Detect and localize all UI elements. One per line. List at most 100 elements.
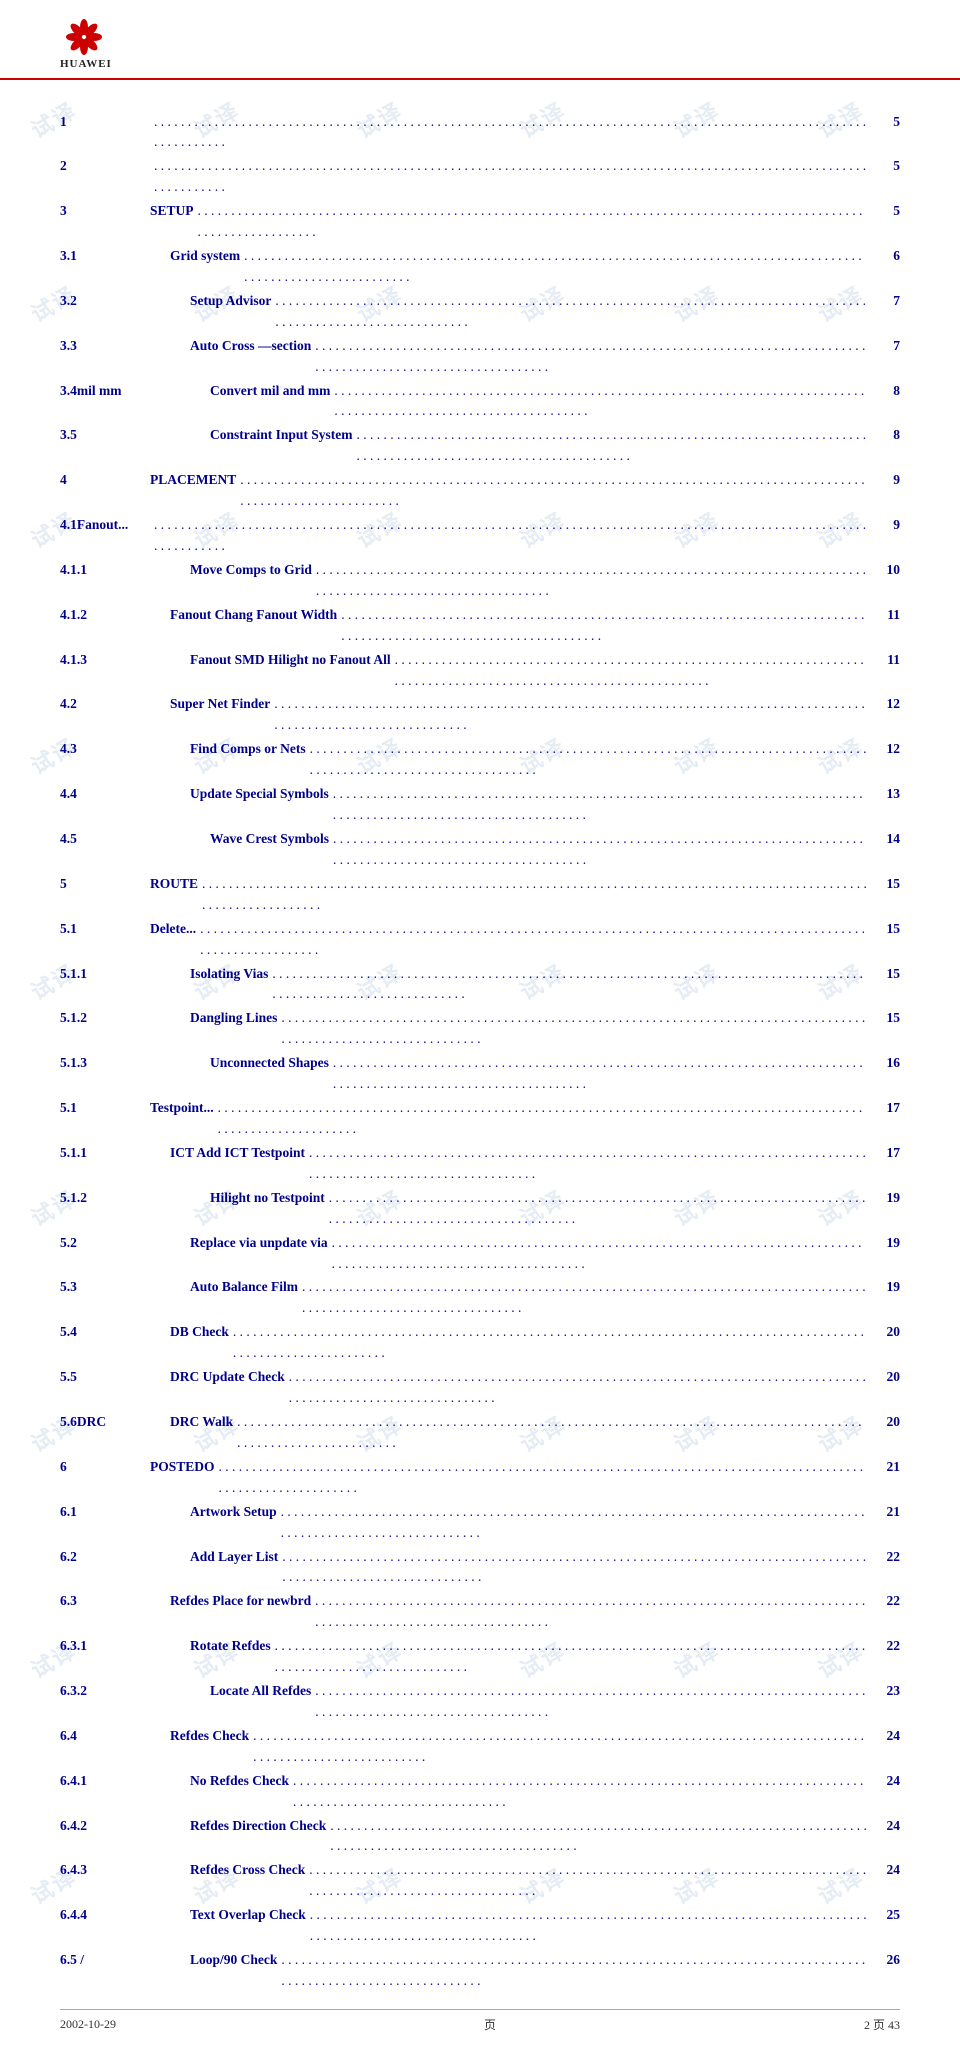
toc-num: 3: [60, 201, 150, 222]
toc-num: 5.1: [60, 919, 150, 940]
toc-page: 22: [872, 1591, 900, 1612]
toc-row: 6.4.1No Refdes Check . . . . . . . . . .…: [60, 1769, 900, 1814]
toc-row: 4.2Super Net Finder . . . . . . . . . . …: [60, 693, 900, 738]
toc-title: Testpoint...: [150, 1098, 214, 1119]
toc-page: 24: [872, 1726, 900, 1747]
toc-num: 5.1.3: [60, 1053, 210, 1074]
toc-title: Isolating Vias: [190, 964, 268, 985]
toc-title: Unconnected Shapes: [210, 1053, 329, 1074]
toc-row: 5.5DRC Update Check . . . . . . . . . . …: [60, 1366, 900, 1411]
toc-dots: . . . . . . . . . . . . . . . . . . . . …: [311, 1681, 872, 1723]
toc-title: Setup Advisor: [190, 291, 271, 312]
toc-page: 15: [872, 964, 900, 985]
logo-area: HUAWEI: [60, 18, 900, 70]
toc-num: 6.5 /: [60, 1950, 190, 1971]
toc-page: 12: [872, 739, 900, 760]
toc-dots: . . . . . . . . . . . . . . . . . . . . …: [277, 1950, 872, 1992]
toc-dots: . . . . . . . . . . . . . . . . . . . . …: [150, 156, 872, 198]
toc-num: 3.5: [60, 425, 210, 446]
header: HUAWEI: [0, 0, 960, 80]
toc-page: 14: [872, 829, 900, 850]
toc-row: 5.1.1Isolating Vias . . . . . . . . . . …: [60, 962, 900, 1007]
toc-dots: . . . . . . . . . . . . . . . . . . . . …: [277, 1008, 872, 1050]
toc-title: Refdes Cross Check: [190, 1860, 305, 1881]
toc-dots: . . . . . . . . . . . . . . . . . . . . …: [271, 291, 872, 333]
toc-num: 6.3: [60, 1591, 170, 1612]
toc-title: ICT Add ICT Testpoint: [170, 1143, 305, 1164]
toc-row: 3.5Constraint Input System . . . . . . .…: [60, 424, 900, 469]
toc-title: Refdes Direction Check: [190, 1816, 326, 1837]
toc-num: 4.1.3: [60, 650, 190, 671]
toc-page: 24: [872, 1816, 900, 1837]
toc-row: 6.1Artwork Setup . . . . . . . . . . . .…: [60, 1500, 900, 1545]
footer-right: 2 页 43: [864, 2016, 900, 2033]
toc-num: 5.6DRC: [60, 1412, 170, 1433]
toc-title: Fanout Chang Fanout Width: [170, 605, 337, 626]
toc-title: Rotate Refdes: [190, 1636, 271, 1657]
toc-dots: . . . . . . . . . . . . . . . . . . . . …: [268, 964, 872, 1006]
main-content: 1 . . . . . . . . . . . . . . . . . . . …: [0, 80, 960, 2053]
toc-page: 9: [872, 515, 900, 536]
toc-row: 2 . . . . . . . . . . . . . . . . . . . …: [60, 155, 900, 200]
toc-num: 6: [60, 1457, 150, 1478]
toc-title: Replace via unpdate via: [190, 1233, 328, 1254]
toc-num: 4.1Fanout...: [60, 515, 150, 536]
toc-num: 6.3.1: [60, 1636, 190, 1657]
toc-dots: . . . . . . . . . . . . . . . . . . . . …: [194, 201, 872, 243]
toc-title: Find Comps or Nets: [190, 739, 306, 760]
toc-dots: . . . . . . . . . . . . . . . . . . . . …: [305, 1143, 872, 1185]
toc-row: 4.1.3Fanout SMD Hilight no Fanout All . …: [60, 648, 900, 693]
toc-dots: . . . . . . . . . . . . . . . . . . . . …: [311, 1591, 872, 1633]
toc-title: Hilight no Testpoint: [210, 1188, 325, 1209]
toc-row: 6.4Refdes Check . . . . . . . . . . . . …: [60, 1724, 900, 1769]
toc-row: 6.2Add Layer List . . . . . . . . . . . …: [60, 1545, 900, 1590]
toc-row: 4.3Find Comps or Nets . . . . . . . . . …: [60, 738, 900, 783]
footer-date: 2002-10-29: [60, 2017, 116, 2032]
toc-title: Auto Cross —section: [190, 336, 311, 357]
toc-dots: . . . . . . . . . . . . . . . . . . . . …: [150, 515, 872, 557]
toc-num: 4.4: [60, 784, 190, 805]
toc-num: 5.4: [60, 1322, 170, 1343]
toc-title: DRC Walk: [170, 1412, 233, 1433]
toc-page: 20: [872, 1322, 900, 1343]
toc-dots: . . . . . . . . . . . . . . . . . . . . …: [285, 1367, 872, 1409]
toc-page: 20: [872, 1367, 900, 1388]
toc-title: Loop/90 Check: [190, 1950, 277, 1971]
toc-title: Text Overlap Check: [190, 1905, 306, 1926]
toc-num: 2: [60, 156, 150, 177]
toc-title: Add Layer List: [190, 1547, 278, 1568]
toc-title: PLACEMENT: [150, 470, 236, 491]
toc-page: 21: [872, 1502, 900, 1523]
toc-title: Update Special Symbols: [190, 784, 329, 805]
toc-page: 7: [872, 291, 900, 312]
toc-row: 5.1.2Dangling Lines . . . . . . . . . . …: [60, 1007, 900, 1052]
toc-title: Refdes Check: [170, 1726, 249, 1747]
toc-dots: . . . . . . . . . . . . . . . . . . . . …: [271, 1636, 872, 1678]
toc-container: 1 . . . . . . . . . . . . . . . . . . . …: [60, 110, 900, 1993]
toc-num: 5.1.2: [60, 1008, 190, 1029]
toc-page: 24: [872, 1860, 900, 1881]
toc-row: 6.4.4Text Overlap Check . . . . . . . . …: [60, 1904, 900, 1949]
footer: 2002-10-29 页 2 页 43: [60, 2009, 900, 2033]
toc-num: 6.4.2: [60, 1816, 190, 1837]
toc-num: 6.2: [60, 1547, 190, 1568]
toc-row: 5.4DB Check . . . . . . . . . . . . . . …: [60, 1321, 900, 1366]
toc-row: 6.3.1Rotate Refdes . . . . . . . . . . .…: [60, 1635, 900, 1680]
toc-num: 1: [60, 112, 150, 133]
toc-dots: . . . . . . . . . . . . . . . . . . . . …: [240, 246, 872, 288]
toc-page: 6: [872, 246, 900, 267]
toc-row: 4.1Fanout... . . . . . . . . . . . . . .…: [60, 514, 900, 559]
toc-num: 6.4.3: [60, 1860, 190, 1881]
toc-dots: . . . . . . . . . . . . . . . . . . . . …: [289, 1771, 872, 1813]
toc-row: 5.6DRCDRC Walk . . . . . . . . . . . . .…: [60, 1410, 900, 1455]
toc-num: 6.4.4: [60, 1905, 190, 1926]
toc-title: Convert mil and mm: [210, 381, 330, 402]
toc-dots: . . . . . . . . . . . . . . . . . . . . …: [329, 1053, 872, 1095]
toc-dots: . . . . . . . . . . . . . . . . . . . . …: [150, 112, 872, 154]
toc-num: 4.1.2: [60, 605, 170, 626]
toc-row: 4.1.1Move Comps to Grid . . . . . . . . …: [60, 558, 900, 603]
toc-dots: . . . . . . . . . . . . . . . . . . . . …: [249, 1726, 872, 1768]
toc-dots: . . . . . . . . . . . . . . . . . . . . …: [311, 336, 872, 378]
toc-num: 5: [60, 874, 150, 895]
toc-dots: . . . . . . . . . . . . . . . . . . . . …: [270, 694, 872, 736]
